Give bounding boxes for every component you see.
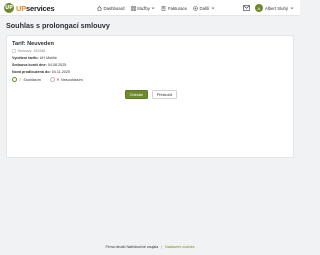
info-row-contract-end: Smlouva končí dne: 04.08.2025: [12, 63, 66, 67]
agree-radio[interactable]: [12, 77, 17, 82]
avatar: A: [254, 4, 263, 12]
nav-item-label: Další: [199, 5, 210, 11]
user-name: Albert Sluhý: [264, 5, 288, 11]
logo-text-prefix: UP: [16, 3, 27, 13]
disagree-radio[interactable]: [49, 77, 55, 82]
top-navigation-bar: UP UPservices Dashboard Služby Fakturace: [0, 0, 300, 16]
tariff-title: Tarif: Neuveden: [12, 41, 54, 47]
skip-button[interactable]: Přeskočit: [151, 90, 178, 99]
cross-icon: ✕: [56, 77, 60, 82]
disagree-option[interactable]: ✕ Nesouhlasím: [49, 77, 83, 82]
info-value: 04.11.2025: [51, 70, 70, 74]
chevron-down-icon: [211, 6, 215, 10]
main-navigation: Dashboard Služby Fakturace Další: [97, 3, 215, 13]
info-row-tariff: Vyúčtení tarifu: UH Mobile: [12, 56, 57, 60]
user-menu[interactable]: A Albert Sluhý: [254, 4, 294, 12]
contract-line: Smlouvy: 192288: [12, 48, 46, 54]
info-label: Vyúčtení tarifu:: [12, 56, 39, 60]
check-icon: ✓: [18, 77, 22, 82]
info-value: UH Mobile: [39, 56, 57, 60]
info-label: Smlouva končí dne:: [12, 63, 47, 67]
home-icon: [97, 5, 102, 11]
info-value: 04.08.2025: [47, 63, 67, 67]
nav-item-invoicing[interactable]: Fakturace: [161, 6, 187, 11]
info-row-new-end: Nová prodloužená do: 04.11.2025: [12, 70, 70, 74]
footer-separator: |: [161, 245, 163, 249]
chevron-down-icon: [151, 6, 155, 10]
agree-label: Souhlasím: [23, 77, 41, 82]
document-icon: [12, 48, 16, 54]
nav-item-label: Služby: [137, 5, 150, 11]
nav-item-dashboard[interactable]: Dashboard: [97, 6, 125, 11]
consent-choices: ✓ Souhlasím ✕ Nesouhlasím: [12, 77, 83, 82]
disagree-label: Nesouhlasím: [61, 77, 83, 82]
form-actions: Odeslat Přeskočit: [7, 90, 295, 99]
info-label: Nová prodloužená do:: [12, 70, 51, 74]
logo-mark: UP: [4, 3, 14, 13]
plus-icon: [193, 5, 198, 11]
footer: Firma deutší Nabídnočné zaujala | Nastav…: [0, 245, 300, 249]
nav-item-label: Dashboard: [103, 5, 125, 11]
nav-item-more[interactable]: Další: [193, 6, 215, 11]
agree-option[interactable]: ✓ Souhlasím: [12, 77, 41, 82]
nav-item-services[interactable]: Služby: [130, 5, 156, 11]
nav-item-label: Fakturace: [167, 5, 188, 11]
logo-text-suffix: services: [26, 3, 55, 13]
logo-text: UPservices: [16, 3, 55, 13]
footer-text: Firma deutší Nabídnočné zaujala: [105, 245, 159, 249]
chevron-down-icon: [290, 6, 294, 11]
page-title: Souhlas s prolongací smlouvy: [6, 21, 110, 30]
user-area: A Albert Sluhý: [243, 3, 294, 13]
submit-button[interactable]: Odeslat: [124, 90, 148, 99]
prolongation-card: Tarif: Neuveden Smlouvy: 192288 Vyúčtení…: [6, 35, 294, 158]
invoice-icon: [161, 5, 166, 11]
brand-logo[interactable]: UP UPservices: [4, 3, 55, 13]
cookie-settings-link[interactable]: Nastavení cookies: [165, 245, 194, 249]
mail-icon[interactable]: [243, 5, 250, 11]
grid-icon: [130, 5, 136, 11]
contract-number: Smlouvy: 192288: [17, 49, 46, 53]
